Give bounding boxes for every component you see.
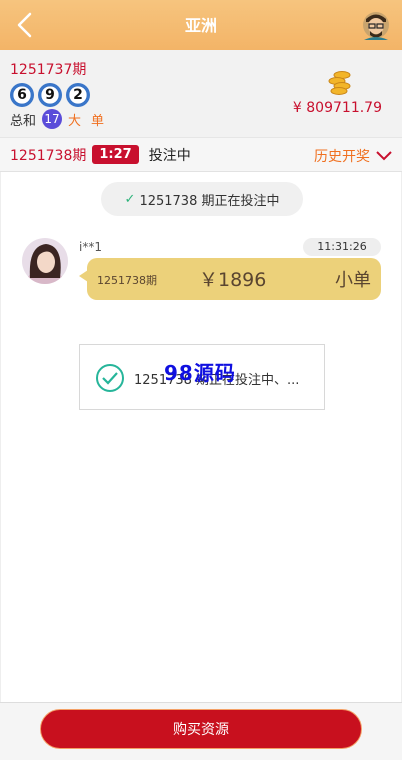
bubble-amount: ￥1896	[199, 269, 267, 291]
current-period-bar: 1251738期 1:27 投注中 历史开奖	[0, 138, 402, 172]
result-ball: 2	[66, 83, 90, 107]
sum-value: 17	[42, 109, 63, 129]
result-balls: 6 9 2	[10, 83, 90, 107]
result-ball: 9	[38, 83, 62, 107]
countdown-timer: 1:27	[92, 145, 139, 164]
message-username: i**1	[79, 240, 102, 254]
balance-amount: ¥ 809711.79	[292, 100, 382, 116]
message-time: 11:31:26	[303, 238, 381, 256]
result-ball: 6	[10, 83, 34, 107]
last-period: 1251737期	[10, 62, 87, 78]
current-period: 1251738期	[10, 147, 87, 164]
sum-row: 总和 17 大 单	[10, 109, 114, 129]
betting-status: 投注中	[148, 147, 191, 164]
chevron-down-icon	[376, 151, 392, 161]
check-circle-icon	[96, 364, 124, 392]
notice-text: 1251738 期正在投注中	[139, 193, 280, 209]
buy-resource-button[interactable]: 购买资源	[40, 709, 362, 749]
parity-tag: 单	[91, 113, 105, 129]
user-avatar[interactable]	[22, 238, 68, 284]
coins-icon	[328, 71, 351, 95]
bubble-bet-type: 小单	[335, 270, 371, 291]
watermark: 98源码	[164, 361, 236, 385]
top-bar: 亚洲	[0, 0, 402, 50]
bottom-bar: 购买资源	[0, 702, 402, 760]
bubble-period: 1251738期	[97, 274, 157, 287]
size-tag: 大	[68, 113, 82, 129]
user-avatar-icon[interactable]	[362, 10, 390, 40]
history-label: 历史开奖	[314, 149, 370, 165]
history-draws-link[interactable]: 历史开奖	[314, 146, 392, 166]
betting-notice: ✓ 1251738 期正在投注中	[101, 182, 303, 216]
toast-popup: 1251738 期正在投注中、... 98源码	[79, 344, 325, 410]
bet-message-bubble[interactable]: 1251738期 ￥1896 小单	[79, 258, 381, 300]
last-draw-panel: 1251737期 6 9 2 总和 17 大 单 ¥ 809711.79	[0, 50, 402, 138]
sum-label: 总和	[10, 113, 37, 129]
page-title: 亚洲	[184, 16, 217, 35]
check-icon: ✓	[124, 191, 136, 207]
chat-area[interactable]: ✓ 1251738 期正在投注中 i**1 11:31:26 1251738期 …	[0, 172, 402, 702]
